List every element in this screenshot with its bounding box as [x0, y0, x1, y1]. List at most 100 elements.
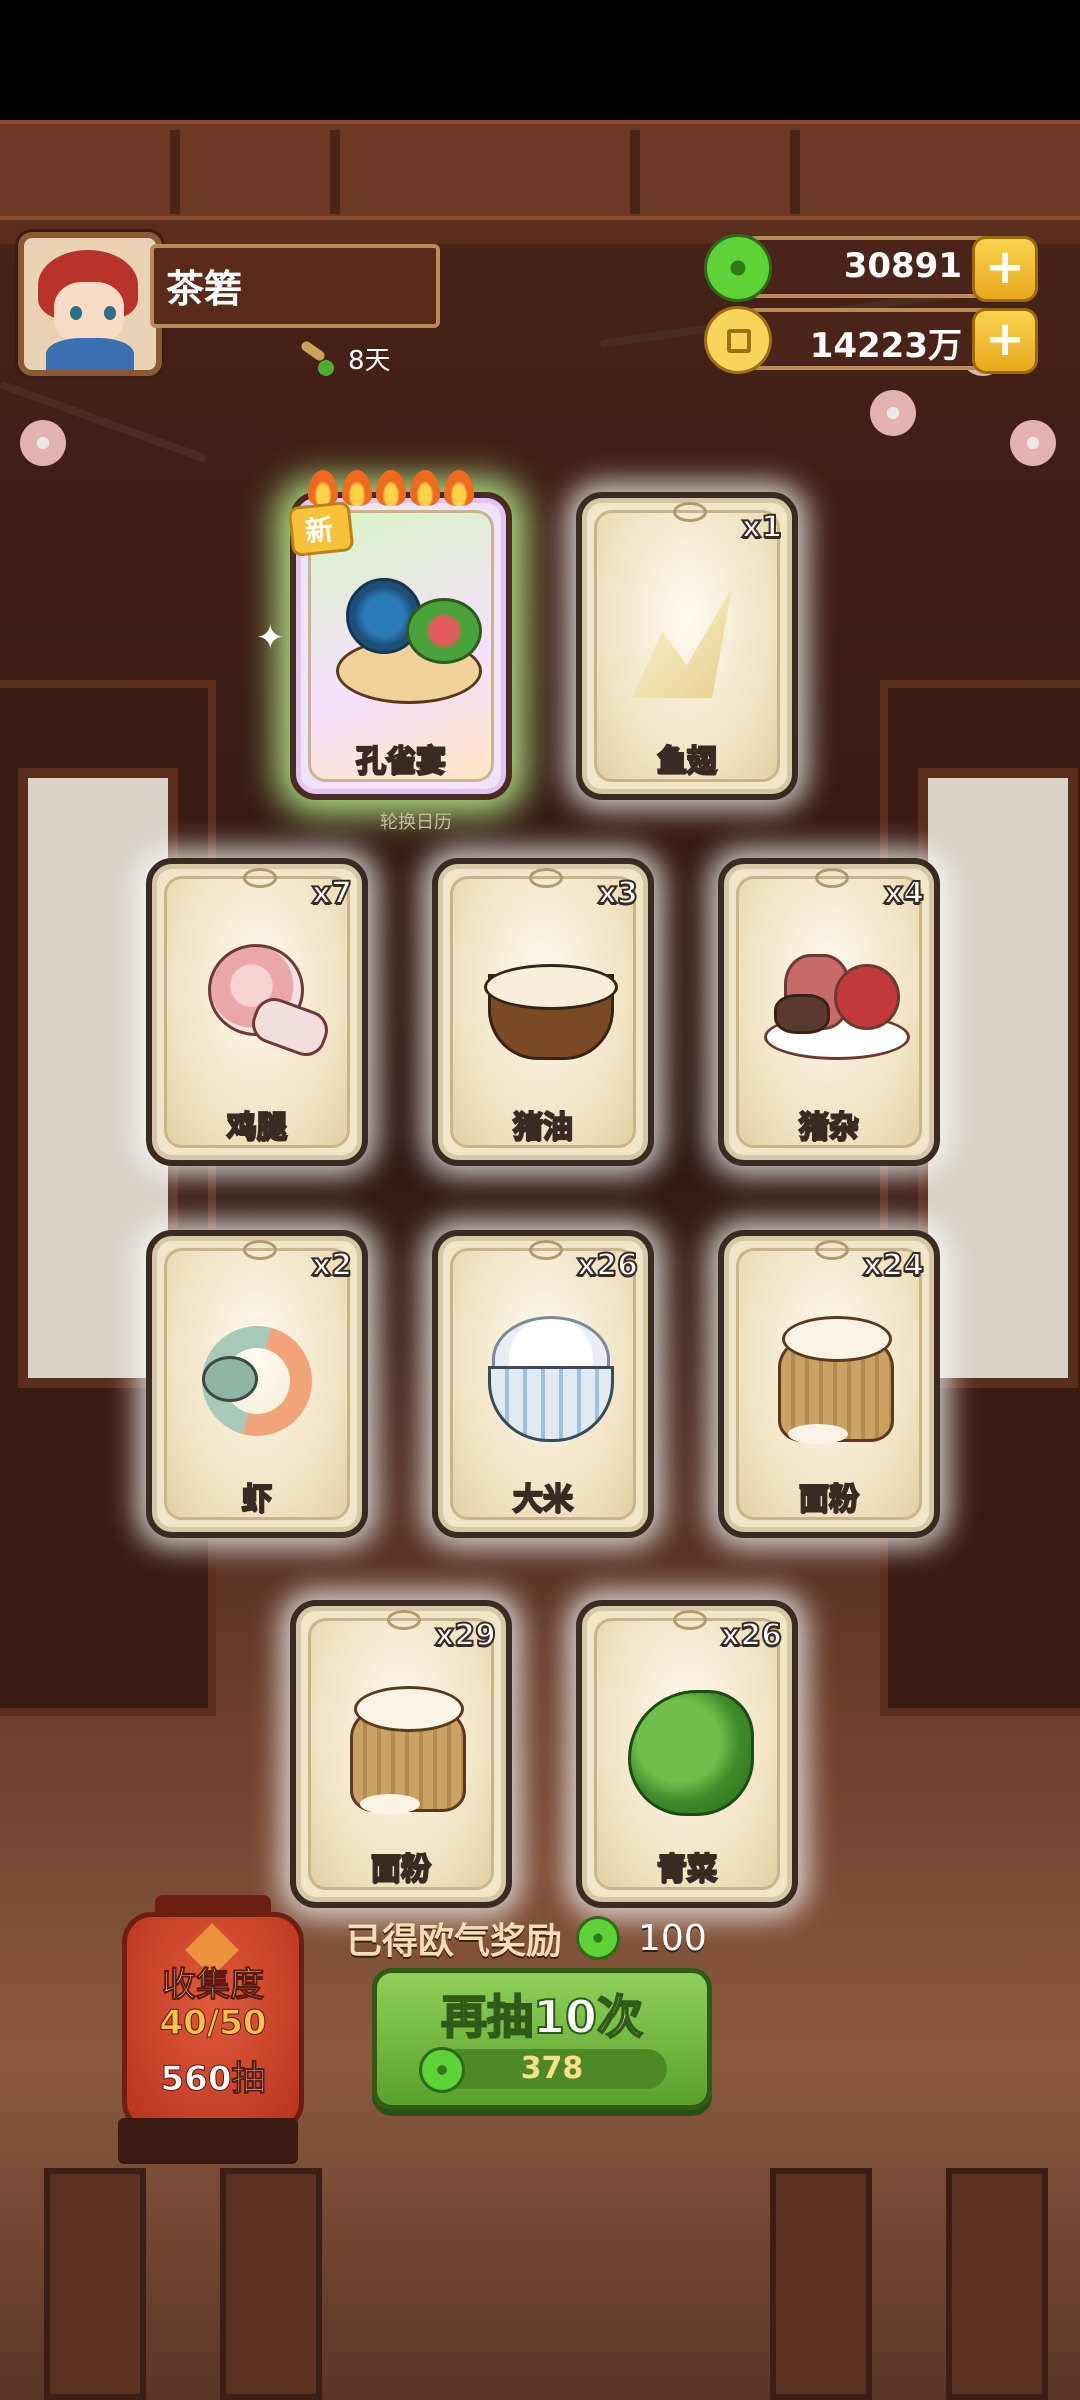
card-name: 面粉	[370, 1851, 432, 1888]
days-indicator: 8天	[296, 338, 391, 378]
card-greens[interactable]: x26 青菜	[576, 1600, 798, 1908]
coin-icon	[704, 306, 772, 374]
luck-reward: 已得欧气奖励 100	[346, 1912, 707, 1964]
rotate-calendar-label[interactable]: 轮换日历	[380, 808, 452, 834]
reward-label: 已得欧气奖励	[346, 1921, 563, 1962]
player-avatar[interactable]	[18, 232, 162, 376]
card-shrimp[interactable]: x2 虾	[146, 1230, 368, 1538]
flour-sack-icon	[336, 1676, 466, 1816]
player-name-plate: 茶箬	[150, 244, 440, 328]
lantern-stand	[118, 2118, 298, 2164]
card-name: 鱼翅	[656, 743, 718, 780]
card-flour-2[interactable]: x29 面粉	[290, 1600, 512, 1908]
pot-lard	[484, 964, 618, 1010]
jade-icon	[704, 234, 772, 302]
player-name: 茶箬	[166, 267, 243, 311]
spilled-flour	[788, 1424, 848, 1444]
card-count: x24	[862, 1247, 925, 1284]
flame-icon	[342, 470, 372, 506]
card-ornament	[529, 868, 563, 888]
card-count: x7	[311, 875, 353, 912]
fin-shape	[632, 588, 732, 698]
card-chicken-leg[interactable]: x7 鸡腿	[146, 858, 368, 1166]
card-ornament	[243, 1240, 277, 1260]
card-peacock-feast[interactable]: 新 ✦ 孔雀宴	[256, 470, 512, 800]
plum-blossom	[20, 420, 66, 466]
peacock-feast-icon	[336, 568, 482, 708]
flame-icon	[410, 470, 440, 506]
roof-beam	[0, 120, 1080, 224]
floor-post	[220, 2168, 322, 2400]
plum-blossom	[870, 390, 916, 436]
beam-bracket	[630, 130, 800, 214]
card-flour[interactable]: x24 面粉	[718, 1230, 940, 1538]
card-count: x26	[576, 1247, 639, 1284]
flame-icon	[444, 470, 474, 506]
card-name: 虾	[241, 1481, 273, 1518]
card-ornament	[815, 868, 849, 888]
card-ornament	[529, 1240, 563, 1260]
flour-sack-icon	[764, 1306, 894, 1446]
add-jade-button[interactable]: +	[972, 236, 1038, 302]
add-coins-button[interactable]: +	[972, 308, 1038, 374]
collection-lantern[interactable]: 收集度 40/50 560抽	[122, 1895, 304, 2132]
offal-piece	[834, 964, 900, 1030]
card-count: x1	[741, 509, 783, 546]
leaf	[628, 1690, 754, 1816]
reward-amount: 100	[638, 1917, 707, 1959]
coin-amount: 14223万	[809, 326, 962, 366]
card-name: 孔雀宴	[355, 743, 447, 780]
shrimp-head	[202, 1356, 258, 1402]
draw-again-label: 再抽10次	[440, 1989, 644, 2045]
collection-title: 收集度	[162, 1965, 265, 2006]
collection-progress: 40/50	[159, 2003, 267, 2044]
card-count: x26	[720, 1617, 783, 1654]
card-offal[interactable]: x4 猪杂	[718, 858, 940, 1166]
drumstick-bone	[246, 992, 334, 1062]
floor-post	[946, 2168, 1048, 2400]
offal-piece	[774, 994, 830, 1034]
spilled-flour	[360, 1794, 420, 1814]
new-badge: 新	[287, 500, 355, 558]
avatar-body	[46, 338, 134, 370]
card-name: 猪油	[512, 1109, 574, 1146]
collection-draws: 560抽	[160, 2059, 266, 2100]
chicken-leg-icon	[192, 934, 334, 1074]
draw-cost-amount: 378	[520, 2051, 584, 2086]
card-count: x4	[883, 875, 925, 912]
jade-icon	[576, 1916, 621, 1960]
card-count: x2	[311, 1247, 353, 1284]
card-name: 猪杂	[798, 1109, 860, 1146]
card-lard[interactable]: x3 猪油	[432, 858, 654, 1166]
sparkle-icon: ✦	[256, 618, 285, 658]
bowl	[488, 1366, 614, 1442]
draw-again-button[interactable]: 再抽10次 378	[372, 1968, 712, 2110]
card-rice[interactable]: x26 大米	[432, 1230, 654, 1538]
rice-bowl-icon	[478, 1306, 614, 1446]
card-name: 鸡腿	[226, 1109, 288, 1146]
card-ornament	[243, 868, 277, 888]
beam-bracket	[170, 130, 340, 214]
hairpin-icon	[296, 338, 336, 378]
feast-garnish	[406, 598, 482, 664]
card-count: x29	[434, 1617, 497, 1654]
floor-post	[44, 2168, 146, 2400]
right-lattice-door	[880, 680, 1080, 1716]
sack-flour	[354, 1686, 464, 1732]
card-ornament	[387, 1610, 421, 1630]
shark-fin-icon	[622, 568, 752, 708]
offal-plate-icon	[764, 934, 910, 1074]
lattice-window	[918, 768, 1078, 1388]
card-name: 大米	[512, 1481, 574, 1518]
avatar-eye	[104, 306, 116, 320]
days-count: 8天	[348, 345, 391, 376]
rarity-flames	[308, 470, 474, 506]
left-lattice-door	[0, 680, 216, 1716]
card-ornament	[673, 502, 707, 522]
avatar-eye	[70, 306, 82, 320]
shrimp-icon	[181, 1305, 333, 1457]
card-ornament	[673, 1610, 707, 1630]
bok-choy-icon	[622, 1676, 754, 1816]
card-shark-fin[interactable]: x1 鱼翅	[576, 492, 798, 800]
lard-pot-icon	[478, 934, 618, 1074]
